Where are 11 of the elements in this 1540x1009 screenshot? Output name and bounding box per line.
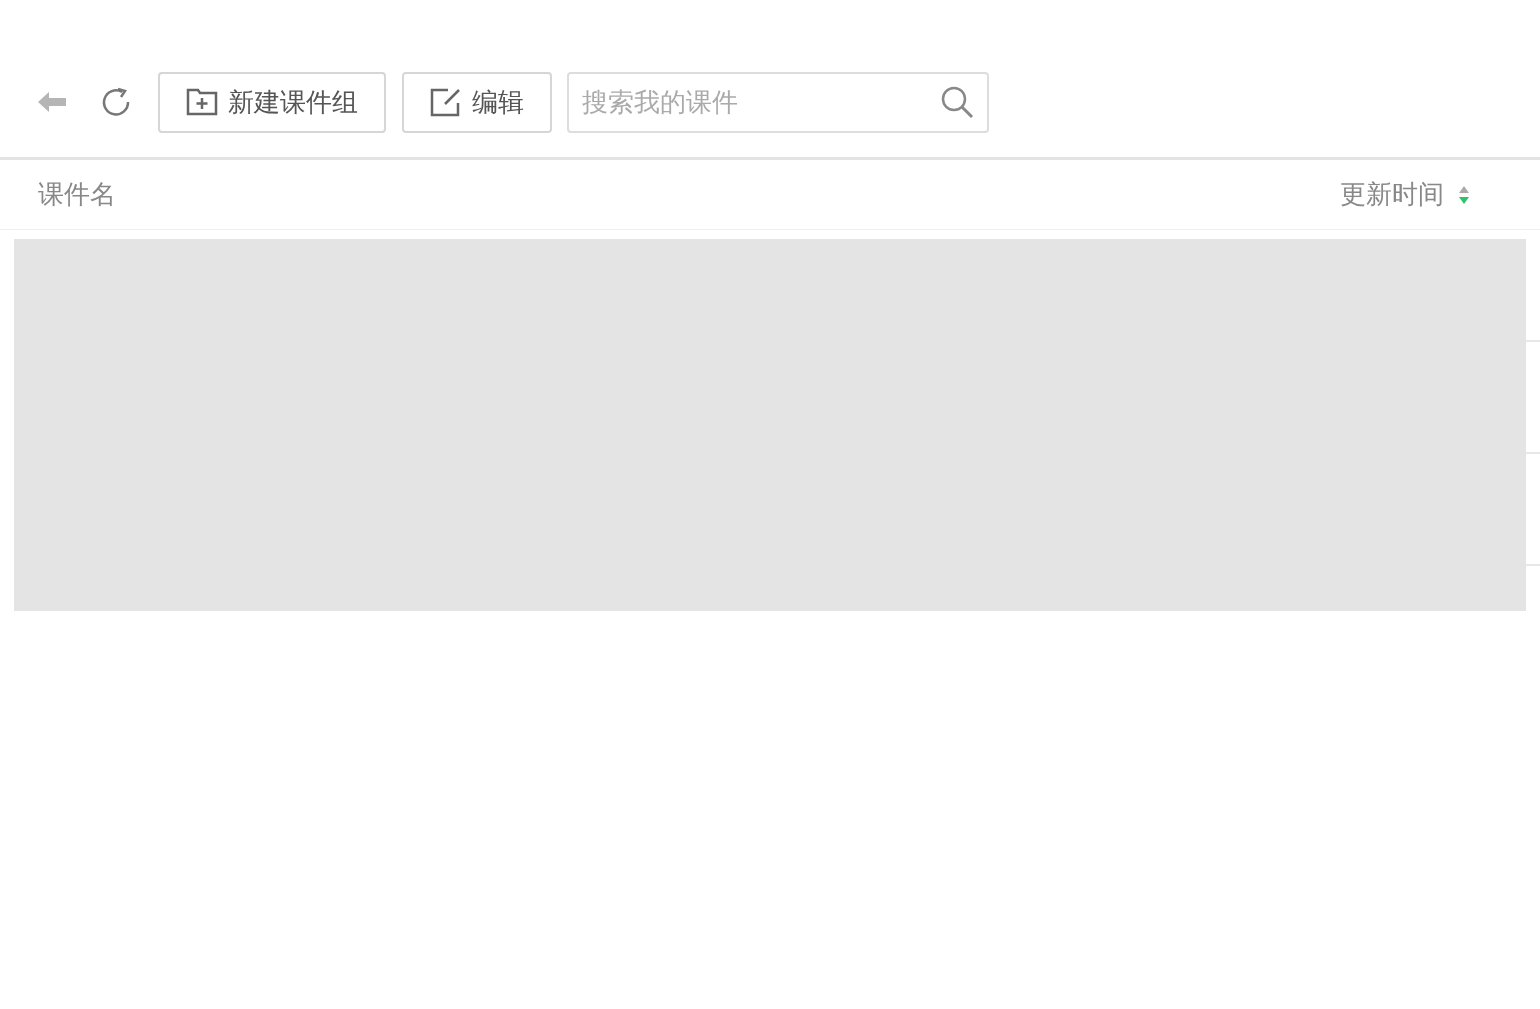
edit-button[interactable]: 编辑 bbox=[402, 71, 552, 133]
search-field[interactable]: 搜索我的课件 bbox=[567, 71, 989, 133]
search-icon[interactable] bbox=[940, 85, 974, 119]
search-input[interactable]: 搜索我的课件 bbox=[582, 73, 940, 131]
back-arrow-icon[interactable] bbox=[36, 90, 68, 114]
folder-plus-icon bbox=[186, 88, 218, 116]
refresh-icon[interactable] bbox=[100, 86, 132, 118]
column-header[interactable]: 更新时间 bbox=[1340, 175, 1444, 214]
edit-icon bbox=[430, 87, 462, 117]
column-header: 课件名 bbox=[38, 178, 116, 211]
new-group-button[interactable]: 新建课件组 bbox=[158, 71, 386, 133]
